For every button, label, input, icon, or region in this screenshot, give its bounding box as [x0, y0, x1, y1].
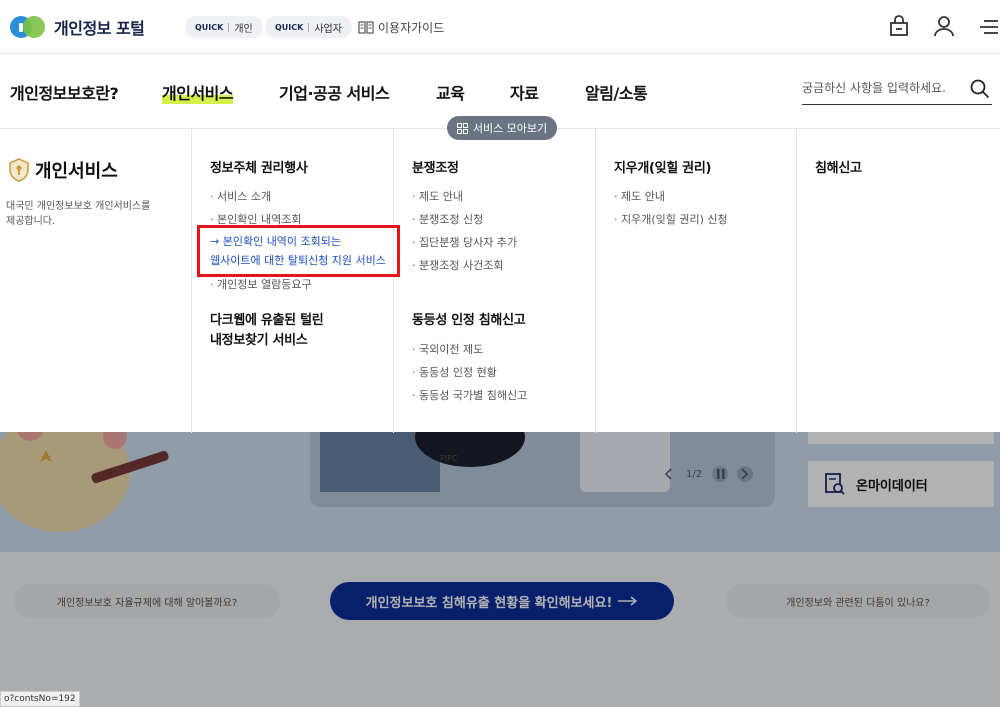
pipc-stamp: PIPC: [440, 454, 458, 463]
menu-column-eraser: 지우개(잊힐 권리) 제도 안내 지우개(잊힐 권리) 신청: [596, 129, 797, 433]
nav-item-about[interactable]: 개인정보보호란?: [10, 80, 119, 104]
lock-icon[interactable]: [889, 15, 909, 37]
menu-link-dispute-guide[interactable]: 제도 안내: [412, 188, 463, 204]
menu-column-dispute: 분쟁조정 제도 안내 분쟁조정 신청 집단분쟁 당사자 추가 분쟁조정 사건조회…: [394, 129, 596, 433]
user-guide-label: 이용자가이드: [378, 21, 445, 35]
breach-status-label: 개인정보보호 침해유출 현황을 확인해보세요!: [365, 595, 613, 611]
menu-link-country-report[interactable]: 동등성 국가별 침해신고: [412, 387, 527, 403]
grid-icon: [456, 122, 468, 134]
quick-business-button[interactable]: QUICK 사업자: [265, 16, 352, 38]
arrow-right-icon: [618, 596, 638, 606]
menu-link-service-intro[interactable]: 서비스 소개: [210, 188, 271, 204]
menu-group-equivalence[interactable]: 동등성 인정 침해신고: [412, 311, 526, 331]
menu-link-eraser-apply[interactable]: 지우개(잊힐 권리) 신청: [614, 211, 728, 227]
menu-group-darkweb-line1: 다크웹에 유출된 털린: [210, 313, 324, 328]
menu-group-eraser[interactable]: 지우개(잊힐 권리): [614, 159, 711, 179]
logo-text: 개인정보 포털: [54, 19, 145, 38]
menu-column-report: 침해신고: [797, 129, 1000, 433]
self-regulation-button[interactable]: 개인정보보호 자율규제에 대해 알아볼까요?: [14, 584, 280, 618]
withdrawal-support-line1: → 본인확인 내역이 조회되는: [210, 235, 342, 248]
menu-intro-title-text: 개인서비스: [35, 161, 118, 182]
nav-item-personal-service[interactable]: 개인서비스: [162, 80, 234, 104]
shield-icon: [9, 158, 29, 182]
chevron-left-icon[interactable]: [664, 468, 674, 480]
site-logo[interactable]: 개인정보 포털: [10, 14, 145, 40]
menu-intro-desc: 대국민 개인정보보호 개인서비스를 제공합니다.: [6, 201, 151, 227]
chevron-right-icon[interactable]: [739, 468, 749, 480]
document-search-icon: [825, 473, 845, 495]
menu-link-equivalence-status[interactable]: 동등성 인정 현황: [412, 364, 497, 380]
quick-personal-button[interactable]: QUICK 개인: [185, 16, 263, 38]
top-bar: 개인정보 포털 QUICK 개인 QUICK 사업자 이용자가이드: [0, 0, 1000, 54]
nav-item-notice[interactable]: 알림/소통: [585, 80, 648, 104]
withdrawal-support-line2: 웹사이트에 대한 탈퇴신청 지원 서비스: [210, 254, 386, 267]
service-gather-button[interactable]: 서비스 모아보기: [447, 116, 557, 140]
quick-personal-label: 개인: [234, 23, 253, 35]
status-bar-url: o?contsNo=192: [0, 691, 80, 707]
quick-tag: QUICK: [195, 22, 224, 32]
menu-link-withdrawal-support[interactable]: → 본인확인 내역이 조회되는 웹사이트에 대한 탈퇴신청 지원 서비스: [210, 232, 386, 270]
menu-link-overseas-transfer[interactable]: 국외이전 제도: [412, 341, 483, 357]
menu-group-darkweb[interactable]: 다크웹에 유출된 털린 내정보찾기 서비스: [210, 311, 324, 351]
dispute-help-button[interactable]: 개인정보와 관련된 다툼이 있나요?: [726, 584, 990, 618]
user-guide-link[interactable]: 이용자가이드: [358, 19, 444, 36]
menu-intro-column: 개인서비스 대국민 개인정보보호 개인서비스를 제공합니다.: [0, 129, 192, 433]
nav-item-business-service[interactable]: 기업·공공 서비스: [279, 80, 390, 104]
nav-item-resources[interactable]: 자료: [510, 80, 539, 104]
search-input[interactable]: [802, 75, 962, 101]
menu-group-report[interactable]: 침해신고: [815, 159, 862, 179]
menu-link-dispute-lookup[interactable]: 분쟁조정 사건조회: [412, 257, 503, 273]
menu-group-rights[interactable]: 정보주체 권리행사: [210, 159, 308, 179]
service-gather-label: 서비스 모아보기: [472, 122, 548, 135]
menu-group-darkweb-line2: 내정보찾기 서비스: [210, 333, 308, 348]
my-data-button[interactable]: 온마이데이터: [808, 461, 994, 507]
bottom-section: [0, 552, 1000, 707]
quick-tag: QUICK: [275, 22, 304, 32]
menu-link-eraser-guide[interactable]: 제도 안내: [614, 188, 665, 204]
quick-business-label: 사업자: [314, 23, 342, 35]
breach-status-button[interactable]: 개인정보보호 침해유출 현황을 확인해보세요!: [330, 582, 674, 620]
menu-link-info-access[interactable]: 개인정보 열람등요구: [210, 276, 312, 292]
quick-card-top[interactable]: [808, 432, 994, 444]
menu-intro-title: 개인서비스: [8, 157, 118, 183]
my-data-label: 온마이데이터: [856, 478, 928, 494]
menu-icon[interactable]: [978, 19, 998, 35]
menu-link-dispute-apply[interactable]: 분쟁조정 신청: [412, 211, 483, 227]
mega-menu: 개인서비스 대국민 개인정보보호 개인서비스를 제공합니다. 정보주체 권리행사…: [0, 128, 1000, 433]
search-icon[interactable]: [970, 79, 990, 99]
book-icon: [358, 21, 374, 34]
logo-mark-icon: [10, 16, 45, 38]
nav-item-education[interactable]: 교육: [436, 80, 465, 104]
menu-link-group-dispute[interactable]: 집단분쟁 당사자 추가: [412, 234, 517, 250]
slider-counter: 1/2: [686, 469, 703, 480]
menu-group-dispute[interactable]: 분쟁조정: [412, 159, 459, 179]
pause-icon[interactable]: [715, 468, 727, 480]
search-box: [802, 75, 992, 105]
menu-column-rights: 정보주체 권리행사 서비스 소개 본인확인 내역조회 개인정보 열람등요구 다크…: [192, 129, 394, 433]
user-icon[interactable]: [933, 15, 955, 37]
